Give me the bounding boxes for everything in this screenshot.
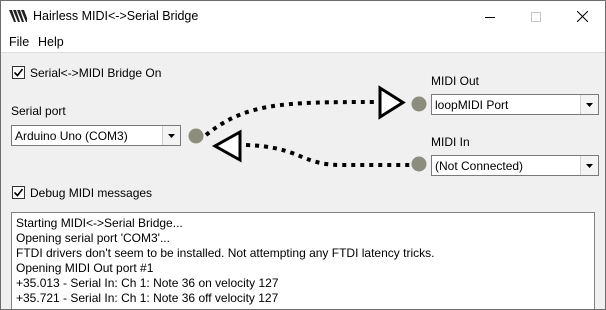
debug-midi-label[interactable]: Debug MIDI messages — [30, 186, 152, 200]
checkmark-icon — [13, 188, 24, 197]
serial-port-node — [188, 128, 204, 144]
arrow-right-icon — [378, 85, 406, 120]
midi-out-node — [411, 96, 427, 112]
log-line: Opening MIDI Out port #1 — [16, 261, 154, 275]
arrow-left-icon — [211, 129, 242, 163]
midi-in-link — [245, 143, 413, 167]
app-window: Hairless MIDI<->Serial Bridge File Help … — [0, 0, 606, 310]
bridge-diagram — [188, 85, 427, 172]
log-line: +35.013 - Serial In: Ch 1: Note 36 on ve… — [16, 276, 279, 290]
midi-in-node — [411, 156, 427, 172]
debug-midi-checkbox[interactable] — [12, 186, 25, 199]
log-line: Starting MIDI<->Serial Bridge... — [16, 216, 183, 230]
log-line: Opening serial port 'COM3'... — [16, 231, 170, 245]
log-line: FTDI drivers don't seem to be installed.… — [16, 246, 435, 260]
log-line: +35.721 - Serial In: Ch 1: Note 36 off v… — [16, 291, 279, 305]
midi-out-link — [204, 100, 377, 137]
debug-log[interactable]: Starting MIDI<->Serial Bridge... Opening… — [11, 212, 595, 309]
